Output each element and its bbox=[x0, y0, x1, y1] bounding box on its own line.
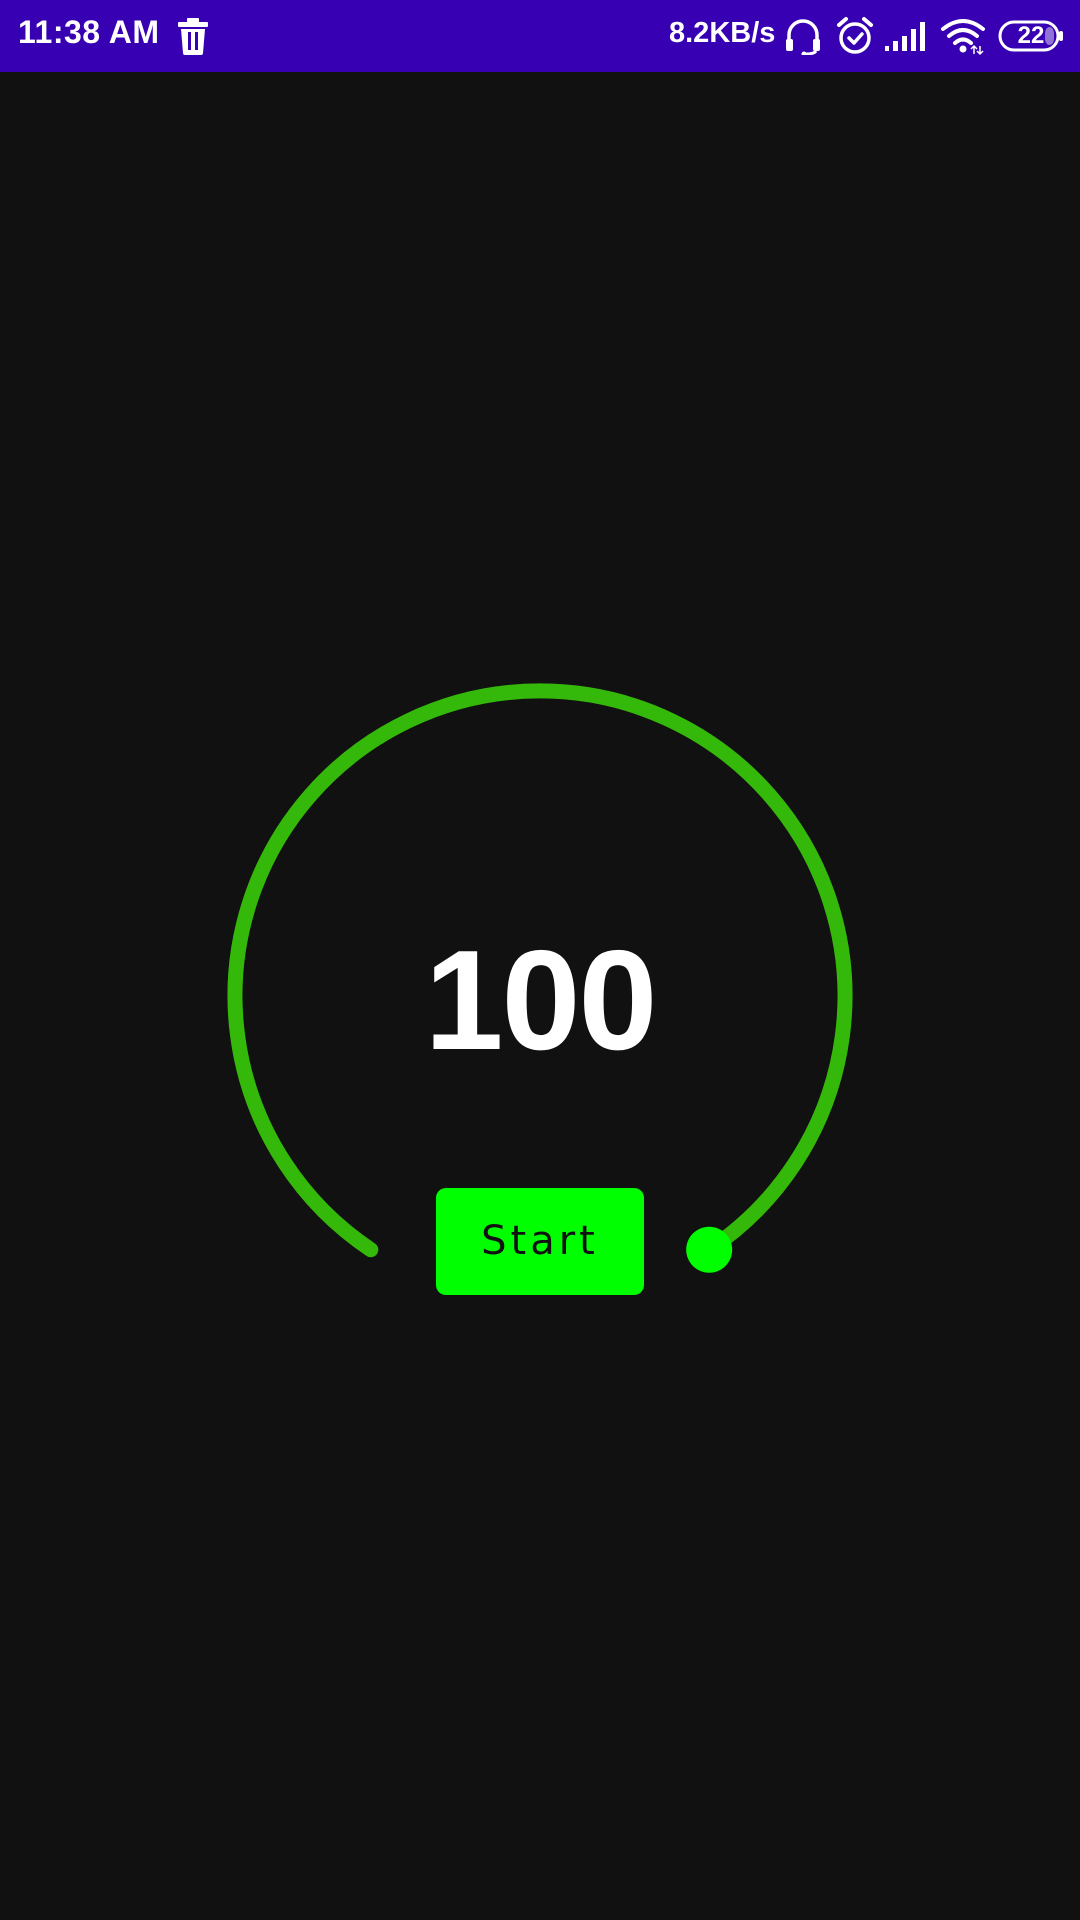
gauge-thumb[interactable] bbox=[686, 1226, 733, 1273]
start-button[interactable]: Start bbox=[436, 1188, 644, 1295]
app-screen: 11:38 AM 8.2KB/s 22 100 Start bbox=[0, 0, 1080, 1920]
gauge-value: 100 bbox=[424, 921, 658, 1080]
